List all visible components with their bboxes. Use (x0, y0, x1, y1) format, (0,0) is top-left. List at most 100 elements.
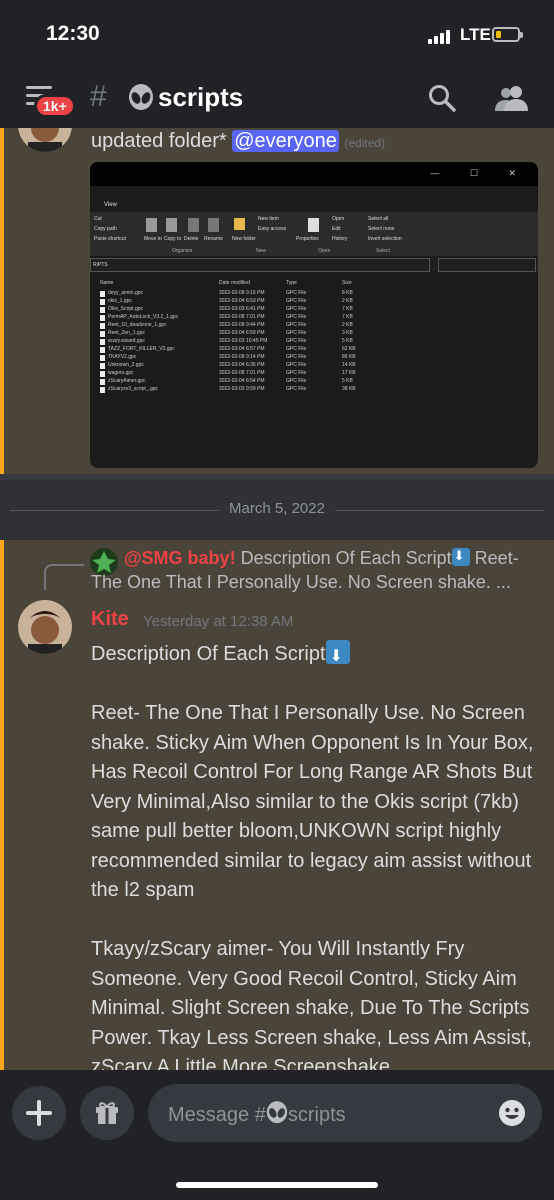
file-name: zScaryxv3_script_.gpc (108, 386, 159, 392)
message-list[interactable]: updated folder* @everyone (edited) — ☐ ✕… (0, 128, 554, 1070)
members-icon[interactable] (494, 84, 528, 112)
gift-icon (96, 1102, 118, 1124)
mention-bar (0, 128, 4, 474)
message-paragraph-2: Tkayy/zScary aimer- You Will Instantly F… (91, 938, 532, 1070)
file-size: 14 KB (342, 362, 356, 368)
date-divider-text: March 5, 2022 (219, 500, 335, 517)
message-paragraph-1: Reet- The One That I Personally Use. No … (91, 702, 534, 901)
file-name: scary.wizard.gpc (108, 338, 145, 344)
avatar[interactable] (18, 600, 72, 654)
file-name: zScaryAimer.gpc (108, 378, 146, 384)
file-size: 8 KB (342, 290, 353, 296)
ribbon-copy: Copy to (164, 236, 182, 242)
window-controls: — ☐ ✕ (430, 168, 530, 178)
ribbon-easy-access: Easy access (258, 226, 287, 232)
file-type: GPC File (286, 362, 307, 368)
file-row: TKAYV2.gpc 2022-02-08 9:14 PM GPC File 89 K… (90, 354, 538, 362)
reply-author[interactable]: @SMG baby! (124, 548, 236, 568)
down-arrow-emoji-icon (325, 640, 350, 672)
edited-label: (edited) (344, 136, 386, 150)
file-type: GPC File (286, 378, 307, 384)
file-type: GPC File (286, 306, 307, 312)
file-row: Unknown_2.gpc 2022-03-04 6:35 PM GPC File 1… (90, 362, 538, 370)
file-row: Reet_Zen_1.gpc 2022-03-04 6:59 PM GPC File… (90, 330, 538, 338)
col-name: Name (100, 280, 114, 286)
alien-emoji-icon (266, 1101, 287, 1124)
file-date: 2022-02-08 9:14 PM (219, 354, 265, 360)
channel-header: 1k+ # scripts (0, 70, 554, 128)
ribbon-copy-path: Copy path (94, 226, 117, 232)
reply-spine (44, 564, 84, 590)
ribbon-rename: Rename (204, 236, 223, 242)
message-timestamp: Yesterday at 12:38 AM (143, 613, 294, 630)
file-icon (100, 379, 105, 385)
file-size: 17 KB (342, 370, 356, 376)
explorer-ribbon: Cut Copy path Paste shortcut Move to Cop… (90, 212, 538, 256)
file-row: Reet_10_deadzone_1.gpc 2022-02-08 9:44 PM… (90, 322, 538, 330)
reply-preview[interactable]: @SMG baby! Description Of Each Script Re… (124, 548, 519, 569)
file-icon (100, 363, 105, 369)
file-date: 2022-02-08 7:01 PM (219, 314, 265, 320)
composer-bar: Message # scripts (0, 1070, 554, 1200)
file-size: 38 KB (342, 386, 356, 392)
image-attachment[interactable]: — ☐ ✕ View Cut Copy path Paste shortcut … (90, 162, 538, 468)
file-size: 62 KB (342, 346, 356, 352)
file-name: Unknown_2.gpc (108, 362, 144, 368)
ribbon-delete: Delete (184, 236, 199, 242)
file-name: deyy_aimm.gpc (108, 290, 144, 296)
reply-text-after: Reet- (474, 548, 519, 568)
file-size: 2 KB (342, 322, 353, 328)
alien-emoji-icon (129, 84, 153, 110)
search-icon[interactable] (428, 84, 456, 112)
file-date: 2022-03-04 6:53 PM (219, 298, 265, 304)
file-row: wagers.gpc 2022-02-08 7:01 PM GPC File 17 K… (90, 370, 538, 378)
file-row: deyy_aimm.gpc 2022-02-08 9:16 PM GPC File 8… (90, 290, 538, 298)
file-name: Reet_Zen_1.gpc (108, 330, 145, 336)
file-type: GPC File (286, 290, 307, 296)
status-time: 12:30 (46, 22, 100, 45)
address-path: RIPTS (93, 262, 108, 268)
mention-everyone[interactable]: @everyone (232, 130, 339, 152)
file-row: scary.wizard.gpc 2022-03-03 10:45 PM GPC F… (90, 338, 538, 346)
file-icon (100, 387, 105, 393)
file-date: 2022-03-03 10:45 PM (219, 338, 268, 344)
gift-button[interactable] (80, 1086, 134, 1140)
file-icon (100, 299, 105, 305)
message-input[interactable]: Message # scripts (148, 1084, 542, 1142)
file-type: GPC File (286, 330, 307, 336)
battery-icon (492, 27, 523, 42)
file-row: PermAP_AutoLock_V3.2_1.gpc 2022-02-08 7:0… (90, 314, 538, 322)
home-indicator (176, 1182, 378, 1188)
file-date: 2022-02-08 9:16 PM (219, 290, 265, 296)
reply-preview-continued[interactable]: The One That I Personally Use. No Screen… (91, 572, 511, 593)
ribbon-group-new: New (256, 248, 267, 254)
mention-bar (0, 540, 4, 1070)
file-type: GPC File (286, 338, 307, 344)
message-author[interactable]: Kite (91, 608, 129, 631)
file-name: wagers.gpc (108, 370, 134, 376)
signal-icon (428, 28, 454, 44)
file-size: 3 KB (342, 330, 353, 336)
status-bar: 12:30 LTE (0, 0, 554, 70)
file-row: TAZZ_FORT_KILLER_V3.gpc 2022-03-04 6:57 P… (90, 346, 538, 354)
ribbon-paste-shortcut: Paste shortcut (94, 236, 126, 242)
add-attachment-button[interactable] (12, 1086, 66, 1140)
file-type: GPC File (286, 314, 307, 320)
message-placeholder: Message # scripts (168, 1101, 346, 1127)
file-icon (100, 339, 105, 345)
file-name: TKAYV2.gpc (108, 354, 137, 360)
emoji-picker-icon[interactable] (498, 1099, 526, 1127)
file-icon (100, 355, 105, 361)
reply-text: Description Of Each Script (240, 548, 452, 568)
file-size: 2 KB (342, 298, 353, 304)
ribbon-group-open: Open (318, 248, 331, 254)
ribbon-new-folder: New folder (232, 236, 256, 242)
file-date: 2022-03-03 6:41 PM (219, 306, 265, 312)
ribbon-cut: Cut (94, 216, 102, 222)
file-icon (100, 331, 105, 337)
file-size: 5 KB (342, 378, 353, 384)
file-type: GPC File (286, 346, 307, 352)
message-highlight: @SMG baby! Description Of Each Script Re… (0, 540, 554, 1070)
ribbon-history: History (332, 236, 348, 242)
ribbon-edit: Edit (332, 226, 341, 232)
